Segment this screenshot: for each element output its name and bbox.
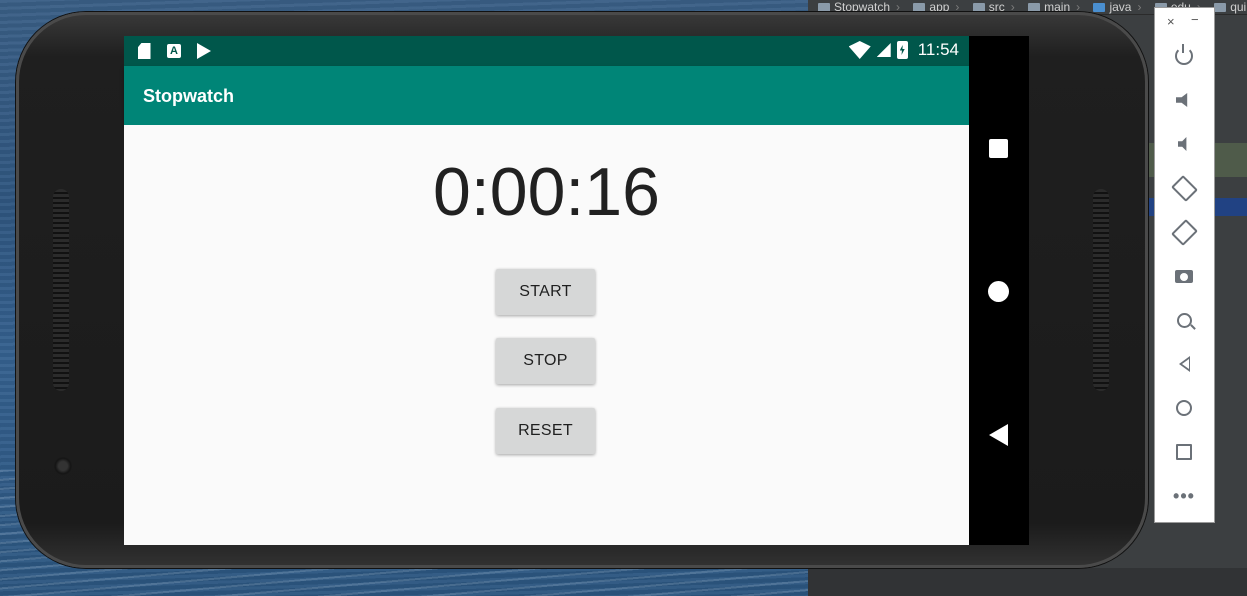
- folder-icon: [913, 2, 926, 12]
- rotate-left-button[interactable]: [1170, 174, 1198, 202]
- app-bar: Stopwatch: [124, 66, 969, 125]
- zoom-button[interactable]: [1172, 308, 1196, 332]
- home-icon[interactable]: [988, 281, 1009, 302]
- emulator-toolbar: × − •••: [1154, 7, 1215, 523]
- volume-down-button[interactable]: [1172, 132, 1196, 156]
- ide-status-area: [808, 568, 1247, 596]
- power-button[interactable]: [1172, 44, 1196, 68]
- app-title: Stopwatch: [143, 86, 235, 106]
- stop-button[interactable]: STOP: [496, 338, 595, 384]
- recents-icon[interactable]: [989, 139, 1008, 158]
- chevron-right-icon: ›: [1137, 0, 1142, 14]
- breadcrumb-label: java: [1109, 0, 1132, 14]
- folder-icon: [972, 2, 985, 12]
- battery-charging-icon: [896, 41, 908, 59]
- status-clock: 11:54: [917, 40, 959, 59]
- more-icon: •••: [1173, 486, 1195, 506]
- speaker-grille: [1093, 189, 1109, 391]
- breadcrumb-label: quinnip: [1230, 0, 1247, 14]
- reset-button[interactable]: RESET: [496, 408, 595, 454]
- close-icon[interactable]: ×: [1167, 14, 1175, 29]
- a-notification-icon: A: [166, 42, 182, 60]
- overview-icon: [1176, 444, 1192, 460]
- sd-card-icon: [136, 42, 152, 60]
- breadcrumb-item[interactable]: java ›: [1093, 0, 1141, 14]
- camera-icon: [1175, 269, 1193, 283]
- rotate-right-icon: [1170, 218, 1198, 246]
- minimize-icon[interactable]: −: [1191, 12, 1199, 27]
- volume-up-button[interactable]: [1172, 88, 1196, 112]
- folder-icon: [818, 2, 830, 12]
- status-bar: A 11:54: [124, 36, 969, 66]
- front-camera-icon: [54, 457, 72, 475]
- toolbar-overview-button[interactable]: [1172, 440, 1196, 464]
- volume-up-icon: [1176, 93, 1188, 107]
- zoom-icon: [1176, 312, 1192, 328]
- start-button[interactable]: START: [496, 269, 595, 315]
- signal-icon: [876, 43, 891, 57]
- rotate-left-icon: [1170, 174, 1198, 202]
- wifi-icon: [848, 41, 871, 59]
- folder-icon: [1214, 2, 1227, 12]
- main-content: 0:00:16 START STOP RESET: [124, 125, 969, 545]
- breadcrumb-item[interactable]: quinnip: [1214, 0, 1247, 14]
- speaker-grille: [53, 189, 69, 391]
- rotate-right-button[interactable]: [1170, 218, 1198, 246]
- navigation-bar: [969, 36, 1029, 545]
- screenshot-button[interactable]: [1172, 264, 1196, 288]
- more-button[interactable]: •••: [1172, 484, 1196, 508]
- volume-down-icon: [1178, 137, 1187, 151]
- folder-icon: [1028, 2, 1041, 12]
- back-icon[interactable]: [989, 424, 1008, 446]
- home-icon: [1176, 400, 1192, 416]
- power-icon: [1175, 44, 1193, 65]
- folder-icon: [1093, 2, 1106, 12]
- toolbar-home-button[interactable]: [1172, 396, 1196, 420]
- device-screen: A 11:54 Stopwatch 0:00:16 START STOP RES…: [124, 36, 1029, 545]
- toolbar-back-button[interactable]: [1172, 352, 1196, 376]
- play-store-icon: [196, 42, 212, 60]
- timer-display: 0:00:16: [433, 154, 660, 230]
- back-icon: [1178, 356, 1190, 372]
